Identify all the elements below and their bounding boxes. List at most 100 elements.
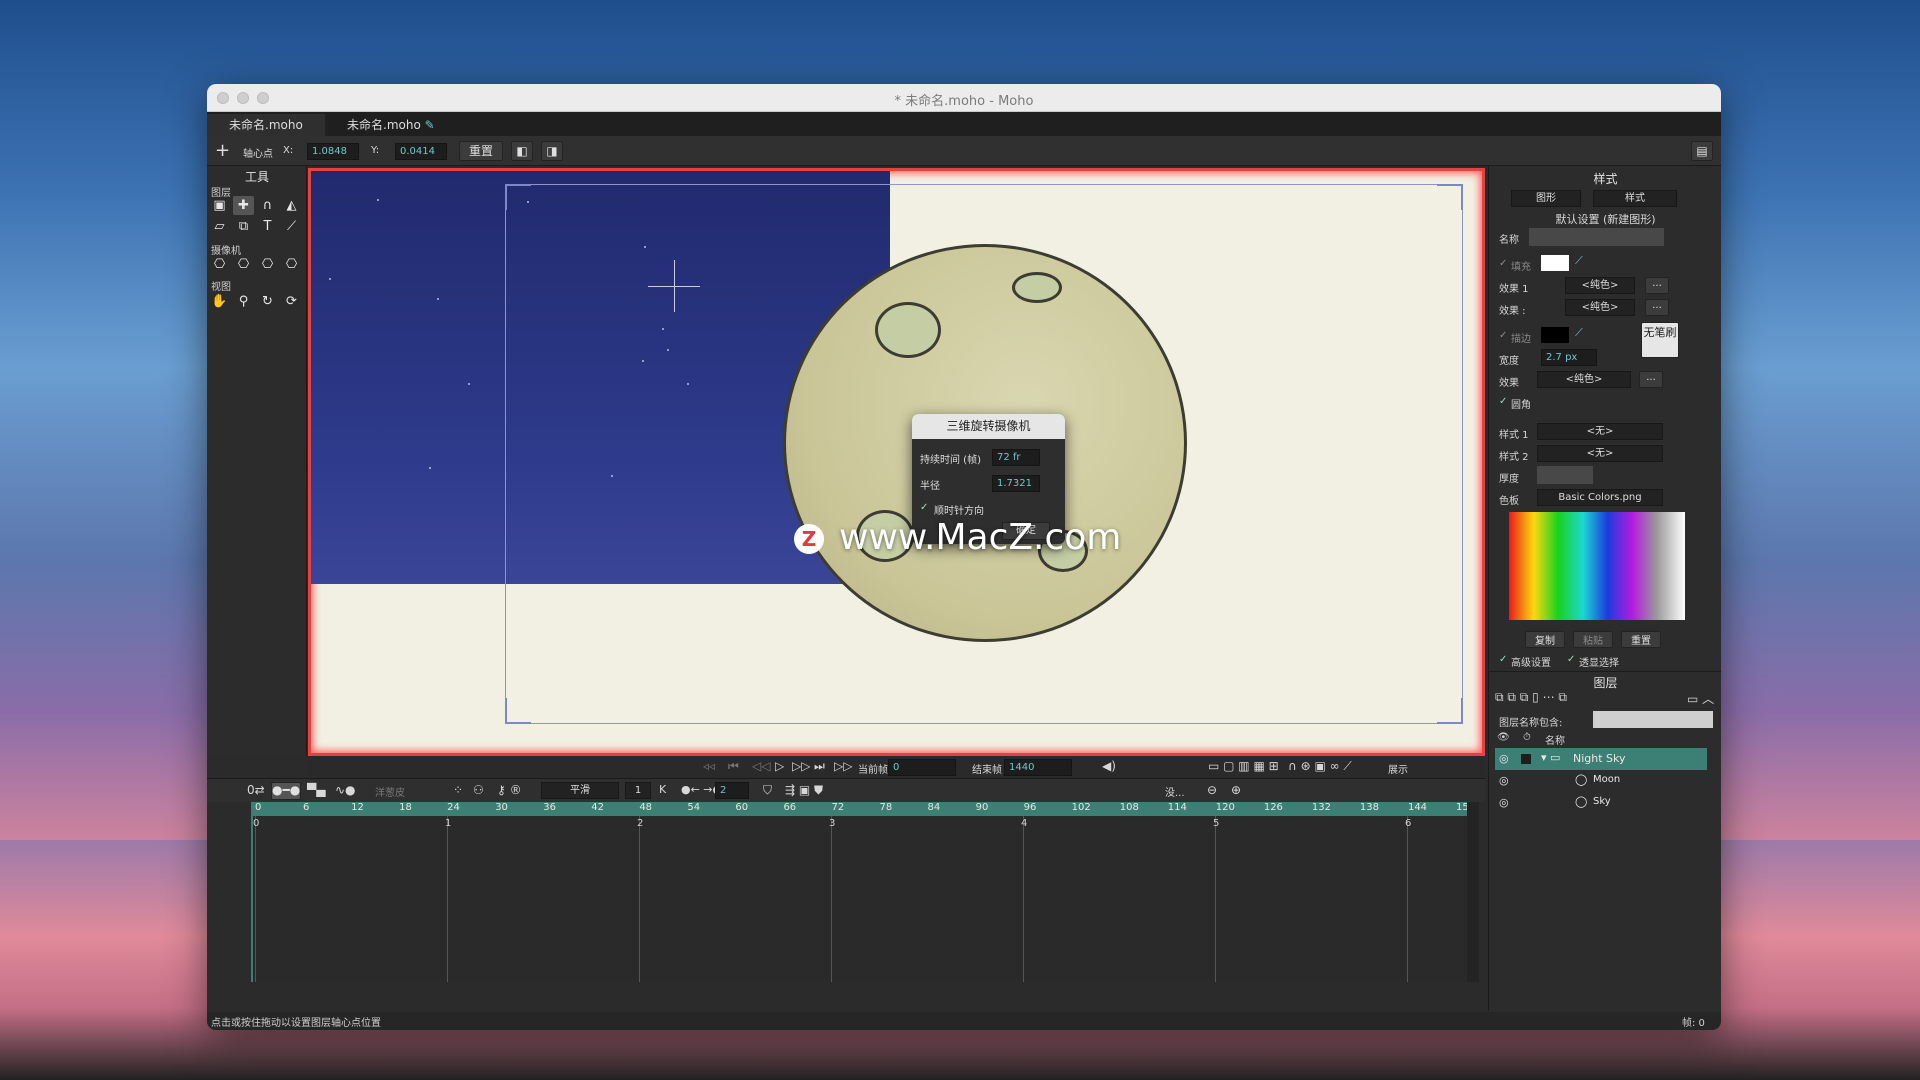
no-brush-button[interactable]: 无笔刷 — [1641, 322, 1679, 358]
pivot-y-input[interactable]: 0.0414 — [395, 143, 447, 160]
pivot-crosshair-icon[interactable] — [648, 286, 700, 287]
key-icon[interactable]: K — [659, 783, 666, 796]
flip-horizontal-button[interactable]: ◧ — [511, 141, 533, 161]
motion-graph-icon[interactable]: ∿● — [335, 783, 356, 797]
zoom-tool-icon[interactable]: ⚲ — [233, 292, 254, 311]
reset-style-button[interactable]: 重置 — [1621, 631, 1661, 648]
reset-pivot-button[interactable]: 重置 — [459, 141, 503, 161]
transform-tool-icon[interactable]: ⧉ — [233, 217, 254, 236]
text-tool-icon[interactable]: T — [257, 217, 278, 236]
shear-tool-icon[interactable]: ◭ — [281, 196, 302, 215]
interpolation-count-dropdown[interactable]: 1 — [625, 782, 651, 799]
display-dropdown[interactable]: 展示 — [1388, 761, 1408, 776]
camera-pan-tool-icon[interactable]: ⎔ — [281, 255, 302, 274]
step-forward-icon[interactable]: ▷▷ — [792, 759, 810, 773]
tab-document-2[interactable]: 未命名.moho ✎ — [325, 114, 457, 136]
keyframe-spacing-input[interactable]: 2 — [715, 782, 749, 799]
frame-ruler[interactable]: 0 6 12 18 24 30 36 42 48 54 60 66 72 78 84 90 96 102 108 11… — [251, 802, 1476, 816]
bake-keys-icon[interactable]: ⁘ — [453, 783, 463, 797]
keyframe-mode-button[interactable]: ●━● — [271, 782, 301, 800]
current-frame-input[interactable]: 0 — [888, 759, 956, 776]
display-quality-icon[interactable]: ▭ ▢ ▥ ▦ ⊞ — [1208, 759, 1279, 773]
timeline-extra-icons[interactable]: ⇶ ▣ ⛊ — [785, 783, 823, 798]
canvas-viewport[interactable] — [308, 168, 1485, 756]
shape-tab-dropdown[interactable]: 图形 — [1511, 190, 1581, 207]
stroke-eyedropper-icon[interactable]: ⟋ — [1575, 326, 1583, 340]
hand-tool-icon[interactable]: ✋ — [209, 292, 230, 311]
stroke-checkbox[interactable]: ✓ — [1499, 330, 1507, 341]
layer-actions-icons[interactable]: ⧉ ⧉ ⧉ ▯ ⋯ ⧉ — [1495, 690, 1567, 705]
rotate-workspace-tool-icon[interactable]: ↻ — [257, 292, 278, 311]
advanced-checkbox[interactable]: ✓ — [1499, 654, 1507, 665]
camera-track-tool-icon[interactable]: ⎔ — [209, 255, 230, 274]
translate-layer-tool-icon[interactable]: ✚ — [233, 196, 254, 215]
next-key-icon[interactable]: ⏭ — [814, 759, 825, 774]
stroke-color-swatch[interactable] — [1541, 327, 1569, 343]
layer-row-sky[interactable]: ◎ ◯ Sky — [1495, 792, 1707, 814]
transparent-select-checkbox[interactable]: ✓ — [1567, 654, 1575, 665]
first-frame-icon[interactable]: ◃◃ — [703, 759, 715, 773]
duration-input[interactable]: 72 fr — [992, 449, 1040, 466]
eyedropper-tool-icon[interactable]: ⟋ — [281, 217, 302, 236]
paste-style-button[interactable]: 粘贴 — [1573, 631, 1613, 648]
camera-roll-tool-icon[interactable]: ⎔ — [257, 255, 278, 274]
play-icon[interactable]: ▷ — [775, 759, 784, 773]
clockwise-checkbox[interactable]: ✓ — [920, 502, 928, 513]
tab-document-1[interactable]: 未命名.moho — [207, 114, 325, 136]
stroke-effect-dropdown[interactable]: <纯色> — [1537, 371, 1631, 388]
style1-dropdown[interactable]: <无> — [1537, 423, 1663, 440]
layer-filter-input[interactable] — [1593, 711, 1713, 728]
end-frame-input[interactable]: 1440 — [1004, 759, 1072, 776]
orbit-workspace-tool-icon[interactable]: ⟳ — [281, 292, 302, 311]
timeline-scrollbar[interactable] — [1467, 802, 1479, 982]
pivot-x-input[interactable]: 1.0848 — [307, 143, 359, 160]
fill-eyedropper-icon[interactable]: ⟋ — [1575, 254, 1583, 268]
fill-checkbox[interactable]: ✓ — [1499, 258, 1507, 269]
flip-vertical-button[interactable]: ◨ — [541, 141, 563, 161]
effect2-more-button[interactable]: ... — [1645, 299, 1669, 316]
reset-timeline-icon[interactable]: 0⇄ — [247, 783, 265, 797]
step-back-icon[interactable]: ◁◁ — [752, 759, 770, 773]
zoom-in-icon[interactable]: ⊕ — [1231, 783, 1241, 797]
zoom-dropdown[interactable]: 没... — [1165, 784, 1185, 799]
layer-visibility-icon[interactable]: ◎ — [1499, 796, 1509, 809]
effect1-dropdown[interactable]: <纯色> — [1565, 277, 1635, 294]
effect2-dropdown[interactable]: <纯色> — [1565, 299, 1635, 316]
volume-icon[interactable]: ◀) — [1102, 759, 1116, 773]
effect1-more-button[interactable]: ... — [1645, 277, 1669, 294]
timeline-track[interactable]: 0 1 2 3 4 5 6 — [251, 816, 1476, 982]
layer-row-moon[interactable]: ◎ ◯ Moon — [1495, 770, 1707, 792]
style-name-input[interactable] — [1529, 228, 1664, 246]
render-options-icon[interactable]: ∩ ⊛ ▣ ∞ ⟋ — [1288, 759, 1352, 774]
interpolation-dropdown[interactable]: 平滑 — [541, 782, 619, 799]
palette-dropdown[interactable]: Basic Colors.png — [1537, 489, 1663, 506]
sequencer-icon[interactable]: ▀▄ — [307, 783, 325, 797]
style-tab-dropdown[interactable]: 样式 — [1593, 190, 1677, 207]
layer-row-night-sky[interactable]: ◎ ▾ ▭ Night Sky — [1495, 748, 1707, 770]
fill-color-swatch[interactable] — [1541, 255, 1569, 271]
camera-zoom-tool-icon[interactable]: ⎔ — [233, 255, 254, 274]
select-shape-tool-icon[interactable]: ▣ — [209, 196, 230, 215]
marker-icon[interactable]: ⛉ — [763, 783, 772, 798]
tween-icon[interactable]: ⚷ ® — [497, 783, 522, 797]
copy-style-button[interactable]: 复制 — [1525, 631, 1565, 648]
zoom-out-icon[interactable]: ⊖ — [1207, 783, 1217, 797]
stroke-width-input[interactable]: 2.7 px — [1541, 349, 1597, 366]
layer-panel-menu-icon[interactable]: ▭ ︿ — [1687, 690, 1714, 707]
key-tools-icon[interactable]: ⚇ — [473, 783, 484, 797]
previous-key-icon[interactable]: ⏮ — [728, 759, 739, 774]
color-palette-grid[interactable] — [1509, 512, 1685, 620]
thickness-input[interactable] — [1537, 466, 1593, 484]
onion-skin-dropdown[interactable]: 洋葱皮 — [375, 784, 405, 799]
help-book-icon[interactable]: ▤ — [1691, 141, 1713, 161]
last-frame-icon[interactable]: ▷▷ — [834, 759, 852, 773]
layer-visibility-icon[interactable]: ◎ — [1499, 774, 1509, 787]
layer-visibility-icon[interactable]: ◎ — [1499, 752, 1509, 765]
style2-dropdown[interactable]: <无> — [1537, 445, 1663, 462]
radius-input[interactable]: 1.7321 — [992, 475, 1040, 492]
stroke-effect-more-button[interactable]: ... — [1639, 371, 1663, 388]
perspective-tool-icon[interactable]: ▱ — [209, 217, 230, 236]
playhead[interactable] — [251, 816, 253, 982]
curve-tool-icon[interactable]: ∩ — [257, 196, 278, 215]
round-caps-checkbox[interactable]: ✓ — [1499, 396, 1507, 407]
